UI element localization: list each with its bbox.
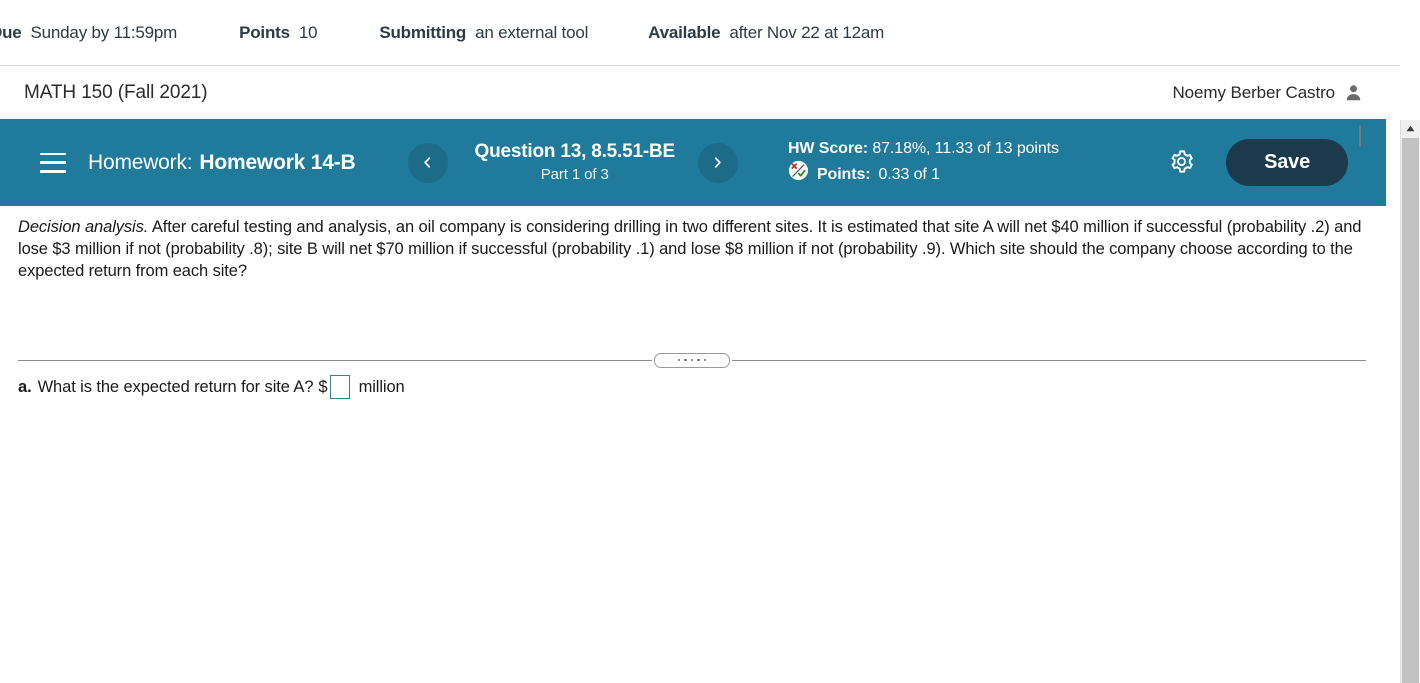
answer-input[interactable] xyxy=(329,375,350,399)
scroll-up-arrow-icon[interactable] xyxy=(1401,120,1420,137)
text-caret-mark xyxy=(1359,125,1361,147)
available-value: after Nov 22 at 12am xyxy=(729,22,885,42)
question-id: Question 13, 8.5.51-BE xyxy=(474,141,676,163)
homework-score-line: HW Score: 87.18%, 11.33 of 13 points xyxy=(788,137,1059,160)
points-label: Points xyxy=(239,22,290,42)
partial-credit-icon xyxy=(788,160,809,188)
user-icon xyxy=(1345,84,1362,101)
settings-button[interactable] xyxy=(1164,146,1198,180)
next-question-button[interactable] xyxy=(697,142,738,183)
splitter-line-left xyxy=(18,359,652,361)
assignment-meta-banner: Due Sunday by 11:59pm Points 10 Submitti… xyxy=(0,0,1400,66)
user-name: Noemy Berber Castro xyxy=(1172,82,1336,102)
question-body: Decision analysis. After careful testing… xyxy=(0,206,1386,282)
course-header: MATH 150 (Fall 2021) Noemy Berber Castro xyxy=(0,65,1386,120)
assignment-label: Homework: xyxy=(88,150,193,174)
question-toolbar: Homework: Homework 14-B Question 13, 8.5… xyxy=(0,119,1386,206)
assignment-due-meta: Due Sunday by 11:59pm xyxy=(0,23,177,43)
available-label: Available xyxy=(648,22,721,42)
points-value: 10 xyxy=(298,22,318,42)
panel-splitter[interactable] xyxy=(18,352,1366,368)
score-summary: HW Score: 87.18%, 11.33 of 13 points Poi… xyxy=(788,137,1059,188)
chevron-right-icon xyxy=(711,156,724,169)
hw-score-label: HW Score: xyxy=(787,139,868,157)
course-title: MATH 150 (Fall 2021) xyxy=(24,81,208,103)
previous-question-button[interactable] xyxy=(407,142,448,183)
hw-score-value: 87.18%, 11.33 of 13 points xyxy=(872,139,1059,157)
points-value: 0.33 of 1 xyxy=(878,165,940,183)
answer-unit-label: million xyxy=(358,377,405,396)
assignment-points-meta: Points 10 xyxy=(239,23,317,43)
assignment-name: Homework 14-B xyxy=(199,150,356,174)
question-topic: Decision analysis. xyxy=(18,218,149,236)
hamburger-menu-icon[interactable] xyxy=(40,152,66,173)
vertical-scrollbar[interactable] xyxy=(1400,120,1420,683)
due-value: Sunday by 11:59pm xyxy=(30,22,178,42)
answer-part-letter: a. xyxy=(18,377,32,396)
assignment-available-meta: Available after Nov 22 at 12am xyxy=(648,23,884,43)
submitting-value: an external tool xyxy=(475,22,589,42)
points-label: Points: xyxy=(816,165,871,183)
question-text: Decision analysis. After careful testing… xyxy=(18,217,1366,282)
question-points-line: Points: 0.33 of 1 xyxy=(788,160,1059,188)
splitter-line-right xyxy=(732,359,1366,361)
scrollbar-thumb[interactable] xyxy=(1402,138,1419,683)
submitting-label: Submitting xyxy=(379,22,467,42)
question-part: Part 1 of 3 xyxy=(540,166,609,184)
question-identifier: Question 13, 8.5.51-BE Part 1 of 3 xyxy=(474,141,676,184)
gear-icon xyxy=(1168,148,1195,178)
drag-handle-icon[interactable] xyxy=(654,352,730,368)
answer-prompt: What is the expected return for site A? xyxy=(37,377,314,396)
save-button[interactable]: Save xyxy=(1226,139,1348,186)
answer-area: a. What is the expected return for site … xyxy=(18,375,1366,399)
question-statement: After careful testing and analysis, an o… xyxy=(18,218,1362,280)
user-account-area[interactable]: Noemy Berber Castro xyxy=(1173,83,1363,103)
due-label: Due xyxy=(0,22,22,42)
currency-symbol: $ xyxy=(318,377,328,396)
chevron-left-icon xyxy=(421,156,434,169)
assignment-submitting-meta: Submitting an external tool xyxy=(379,23,588,43)
